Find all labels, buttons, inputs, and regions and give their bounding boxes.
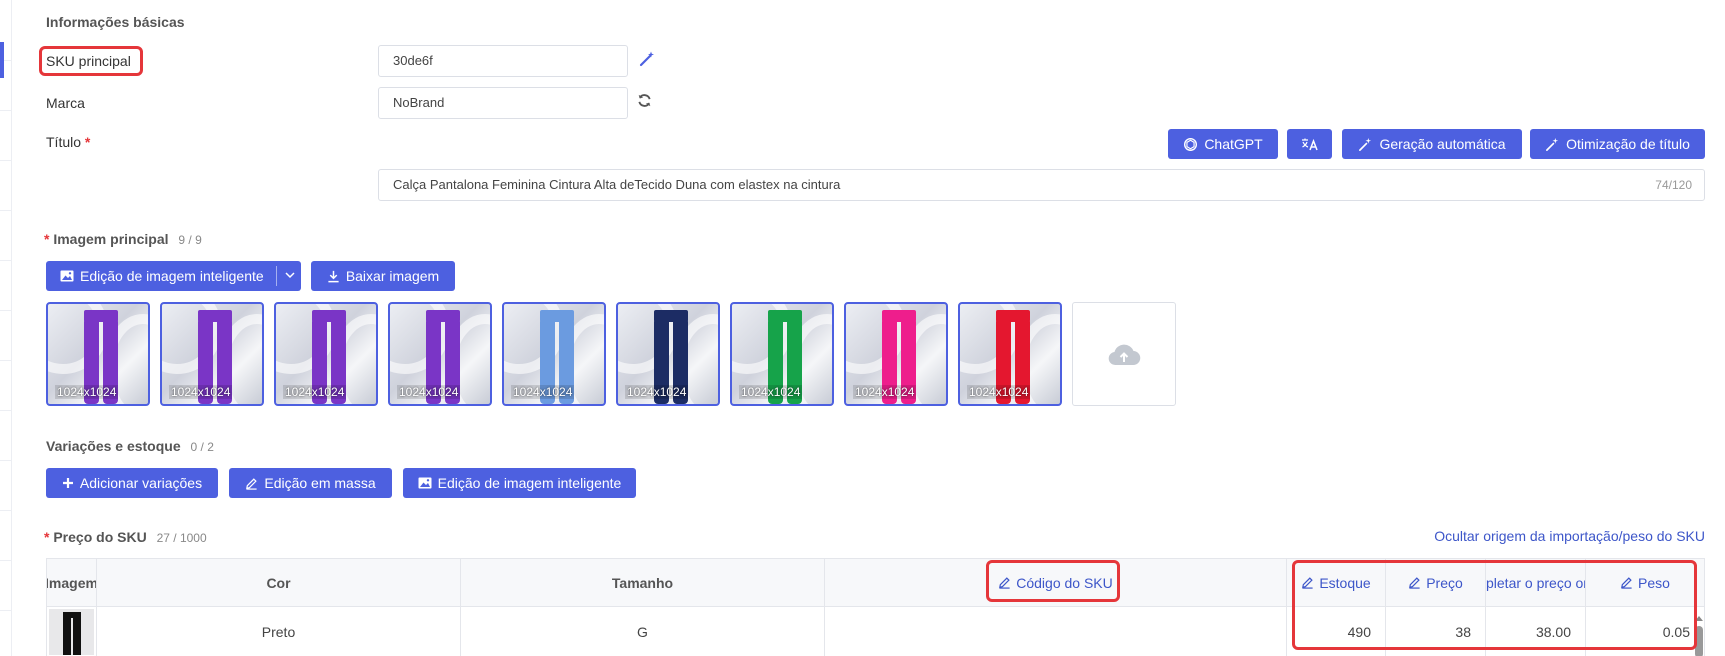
- upload-image-slot[interactable]: [1072, 302, 1176, 406]
- image-thumbnail[interactable]: 1024x1024: [388, 302, 492, 406]
- cloud-upload-icon: [1108, 344, 1141, 366]
- image-thumbnail[interactable]: 1024x1024: [730, 302, 834, 406]
- sparkle-wand-icon: [1359, 137, 1372, 151]
- image-size-label: 1024x1024: [55, 385, 119, 399]
- column-header-size: Tamanho: [461, 559, 825, 607]
- main-image-title: Imagem principal: [53, 231, 169, 247]
- image-thumbnail[interactable]: 1024x1024: [274, 302, 378, 406]
- sparkle-wand-icon: [1546, 137, 1559, 151]
- add-variations-label: Adicionar variações: [79, 475, 203, 491]
- main-image-counter: 9 / 9: [178, 233, 202, 247]
- bulk-edit-label: Edição em massa: [264, 475, 376, 491]
- refresh-icon[interactable]: [637, 93, 652, 111]
- auto-generation-label: Geração automática: [1379, 136, 1506, 152]
- chatgpt-label: ChatGPT: [1204, 136, 1263, 152]
- variations-section-title: Variações e estoque 0 / 2: [46, 438, 214, 454]
- download-icon: [328, 270, 339, 282]
- stock-price-columns-highlight: [1292, 560, 1697, 650]
- title-input-value: Calça Pantalona Feminina Cintura Alta de…: [393, 177, 841, 192]
- image-size-label: 1024x1024: [739, 385, 803, 399]
- sku-price-title: Preço do SKU: [53, 529, 147, 545]
- image-thumbnail[interactable]: 1024x1024: [502, 302, 606, 406]
- required-marker: *: [44, 231, 50, 247]
- image-size-label: 1024x1024: [853, 385, 917, 399]
- sku-code-header-highlight: [986, 560, 1120, 602]
- rail-active-indicator: [0, 42, 4, 78]
- title-optimization-label: Otimização de título: [1566, 136, 1690, 152]
- required-marker: *: [44, 529, 50, 545]
- smart-image-edit-split-button[interactable]: Edição de imagem inteligente: [46, 261, 301, 291]
- image-icon: [60, 270, 74, 282]
- download-image-button[interactable]: Baixar imagem: [311, 261, 455, 291]
- translate-icon: [1301, 138, 1318, 151]
- row-color: Preto: [97, 607, 461, 656]
- sku-price-section-title: * Preço do SKU 27 / 1000: [44, 529, 207, 545]
- download-image-label: Baixar imagem: [345, 268, 440, 284]
- title-input[interactable]: Calça Pantalona Feminina Cintura Alta de…: [378, 169, 1705, 201]
- image-size-label: 1024x1024: [397, 385, 461, 399]
- row-variant-thumbnail[interactable]: [47, 607, 97, 656]
- main-image-section-title: * Imagem principal 9 / 9: [44, 231, 202, 247]
- image-thumbnail[interactable]: 1024x1024: [958, 302, 1062, 406]
- left-rail: [0, 0, 12, 656]
- smart-image-edit-label: Edição de imagem inteligente: [80, 268, 264, 284]
- chevron-down-icon[interactable]: [284, 268, 296, 285]
- hide-import-origin-link[interactable]: Ocultar origem da importação/peso do SKU: [1434, 528, 1705, 544]
- pencil-icon: [246, 477, 258, 490]
- brand-label: Marca: [46, 95, 85, 111]
- image-icon: [418, 477, 432, 489]
- image-thumbnail[interactable]: 1024x1024: [844, 302, 948, 406]
- variation-smart-image-edit-button[interactable]: Edição de imagem inteligente: [403, 468, 636, 498]
- plus-icon: [62, 478, 73, 488]
- title-char-counter: 74/120: [1655, 178, 1692, 192]
- sku-price-counter: 27 / 1000: [156, 531, 207, 545]
- title-optimization-button[interactable]: Otimização de título: [1530, 129, 1705, 159]
- image-thumbnail[interactable]: 1024x1024: [46, 302, 150, 406]
- black-pants-image: [49, 609, 94, 655]
- image-size-label: 1024x1024: [283, 385, 347, 399]
- auto-generation-button[interactable]: Geração automática: [1342, 129, 1522, 159]
- variations-counter: 0 / 2: [190, 440, 214, 454]
- bulk-edit-button[interactable]: Edição em massa: [229, 468, 392, 498]
- magic-wand-icon[interactable]: [638, 50, 656, 71]
- image-thumbnail[interactable]: 1024x1024: [616, 302, 720, 406]
- image-size-label: 1024x1024: [169, 385, 233, 399]
- title-label-text: Título: [46, 134, 82, 150]
- chatgpt-button[interactable]: ChatGPT: [1168, 129, 1278, 159]
- image-size-label: 1024x1024: [967, 385, 1031, 399]
- row-size: G: [461, 607, 825, 656]
- chatgpt-icon: [1184, 137, 1198, 151]
- variation-smart-image-label: Edição de imagem inteligente: [437, 475, 622, 491]
- split-divider: [276, 266, 277, 286]
- image-thumbnail[interactable]: 1024x1024: [160, 302, 264, 406]
- title-label: Título *: [46, 134, 90, 150]
- column-header-color: Cor: [97, 559, 461, 607]
- translate-button[interactable]: [1287, 129, 1332, 159]
- row-sku-code[interactable]: [825, 607, 1287, 656]
- add-variations-button[interactable]: Adicionar variações: [46, 468, 218, 498]
- section-title-basic-info: Informações básicas: [46, 14, 185, 30]
- column-header-image: Imagem: [47, 559, 97, 607]
- required-marker: *: [84, 134, 91, 150]
- image-size-label: 1024x1024: [625, 385, 689, 399]
- sku-input[interactable]: 30de6f: [378, 45, 628, 77]
- brand-input[interactable]: NoBrand: [378, 87, 628, 119]
- image-size-label: 1024x1024: [511, 385, 575, 399]
- variations-title: Variações e estoque: [46, 438, 181, 454]
- sku-label: SKU principal: [46, 53, 131, 69]
